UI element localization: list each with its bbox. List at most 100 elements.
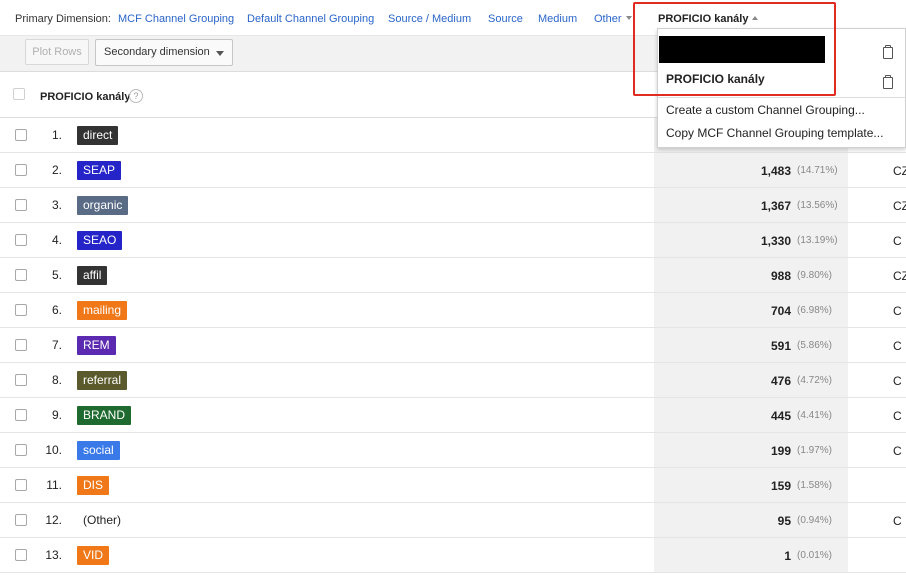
row-checkbox[interactable]	[15, 234, 27, 246]
channel-tag[interactable]: VID	[77, 546, 110, 565]
channel-tag[interactable]: DIS	[77, 476, 110, 495]
row-checkbox[interactable]	[15, 129, 27, 141]
metric-percent: (14.71%)	[797, 165, 838, 176]
table-body: 1. direct 2. SEAP 1,483 (14.71%) CZ 3. organic 1,…	[0, 118, 906, 573]
metric-percent: (0.94%)	[797, 515, 833, 526]
row-number: 2.	[51, 163, 62, 177]
row-checkbox[interactable]	[15, 549, 27, 561]
row-number: 6.	[51, 303, 62, 317]
row-number: 9.	[51, 408, 62, 422]
secondary-cell: C	[893, 374, 902, 388]
row-checkbox[interactable]	[15, 514, 27, 526]
metric-percent: (4.41%)	[797, 410, 833, 421]
row-checkbox[interactable]	[15, 304, 27, 316]
secondary-cell: CZ	[893, 269, 906, 283]
metric-value: 591	[770, 339, 791, 353]
row-number: 12.	[45, 513, 62, 527]
metric-percent: (4.72%)	[797, 375, 833, 386]
dimension-link-default-channel-grouping[interactable]: Default Channel Grouping	[247, 13, 374, 25]
channel-tag[interactable]: organic	[77, 196, 129, 215]
metric-value: 704	[770, 304, 791, 318]
table-row: 7. REM 591 (5.86%) C	[0, 328, 906, 363]
channel-tag[interactable]: SEAO	[77, 231, 123, 250]
metric-value: 1	[784, 549, 791, 563]
row-checkbox[interactable]	[15, 479, 27, 491]
row-number: 5.	[51, 268, 62, 282]
create-custom-channel-grouping-link[interactable]: Create a custom Channel Grouping...	[666, 103, 865, 117]
metric-percent: (6.98%)	[797, 305, 833, 316]
metric-value: 988	[770, 269, 791, 283]
metric-percent: (13.56%)	[797, 200, 838, 211]
row-number: 4.	[51, 233, 62, 247]
metric-value: 1,367	[760, 199, 791, 213]
dimension-link-source[interactable]: Source	[488, 13, 523, 25]
metric-value: 1,330	[760, 234, 791, 248]
channel-tag[interactable]: direct	[77, 126, 119, 145]
secondary-cell: C	[893, 304, 902, 318]
table-row: 12. (Other) 95 (0.94%) C	[0, 503, 906, 538]
table-row: 8. referral 476 (4.72%) C	[0, 363, 906, 398]
metric-percent: (0.01%)	[797, 550, 833, 561]
row-number: 8.	[51, 373, 62, 387]
row-checkbox[interactable]	[15, 269, 27, 281]
row-checkbox[interactable]	[15, 409, 27, 421]
caret-up-icon	[752, 16, 759, 20]
secondary-dimension-label: Secondary dimension	[104, 46, 210, 58]
table-row: 9. BRAND 445 (4.41%) C	[0, 398, 906, 433]
row-number: 1.	[51, 128, 62, 142]
table-row: 13. VID 1 (0.01%)	[0, 538, 906, 573]
channel-tag[interactable]: referral	[77, 371, 128, 390]
redacted-item	[659, 36, 825, 63]
metric-percent: (5.86%)	[797, 340, 833, 351]
metric-value: 1,483	[760, 164, 791, 178]
row-checkbox[interactable]	[15, 199, 27, 211]
metric-value: 445	[770, 409, 791, 423]
secondary-cell: C	[893, 514, 902, 528]
dropdown-item-proficio-kanaly[interactable]: PROFICIO kanály	[666, 72, 765, 86]
help-icon[interactable]: ?	[129, 89, 143, 103]
dimension-other-dropdown[interactable]: Other	[594, 13, 632, 25]
row-checkbox[interactable]	[15, 374, 27, 386]
plot-rows-button[interactable]: Plot Rows	[25, 39, 89, 65]
metric-value: 199	[770, 444, 791, 458]
table-row: 6. mailing 704 (6.98%) C	[0, 293, 906, 328]
metric-value: 476	[770, 374, 791, 388]
selected-dimension[interactable]: PROFICIO kanály	[658, 13, 759, 25]
row-number: 7.	[51, 338, 62, 352]
copy-mcf-channel-grouping-template-link[interactable]: Copy MCF Channel Grouping template...	[666, 126, 883, 140]
secondary-cell: C	[893, 339, 902, 353]
secondary-cell: C	[893, 234, 902, 248]
secondary-dimension-dropdown[interactable]: Secondary dimension	[95, 39, 233, 66]
metric-percent: (13.19%)	[797, 235, 838, 246]
dimension-link-mcf-channel-grouping[interactable]: MCF Channel Grouping	[118, 13, 234, 25]
metric-percent: (1.58%)	[797, 480, 833, 491]
clipboard-icon[interactable]	[882, 75, 894, 89]
row-checkbox[interactable]	[15, 444, 27, 456]
row-checkbox[interactable]	[15, 164, 27, 176]
table-row: 11. DIS 159 (1.58%)	[0, 468, 906, 503]
dimension-link-source-medium[interactable]: Source / Medium	[388, 13, 471, 25]
channel-tag[interactable]: affil	[77, 266, 108, 285]
channel-tag[interactable]: social	[77, 441, 120, 460]
metric-percent: (1.97%)	[797, 445, 833, 456]
chevron-down-icon	[216, 51, 224, 56]
row-number: 3.	[51, 198, 62, 212]
dimension-link-medium[interactable]: Medium	[538, 13, 577, 25]
primary-dimension-label: Primary Dimension:	[15, 13, 111, 25]
secondary-cell: C	[893, 409, 902, 423]
channel-tag[interactable]: REM	[77, 336, 116, 355]
row-checkbox[interactable]	[15, 339, 27, 351]
secondary-cell: CZ	[893, 164, 906, 178]
select-all-checkbox[interactable]	[13, 88, 25, 100]
column-header-channel[interactable]: PROFICIO kanály	[40, 91, 130, 103]
table-row: 2. SEAP 1,483 (14.71%) CZ	[0, 153, 906, 188]
row-number: 11.	[46, 478, 62, 492]
channel-tag[interactable]: SEAP	[77, 161, 122, 180]
channel-tag[interactable]: (Other)	[77, 511, 127, 530]
channel-tag[interactable]: BRAND	[77, 406, 132, 425]
channel-tag[interactable]: mailing	[77, 301, 128, 320]
metric-value: 159	[770, 479, 791, 493]
clipboard-icon[interactable]	[882, 45, 894, 59]
row-number: 10.	[45, 443, 62, 457]
row-number: 13.	[45, 548, 62, 562]
